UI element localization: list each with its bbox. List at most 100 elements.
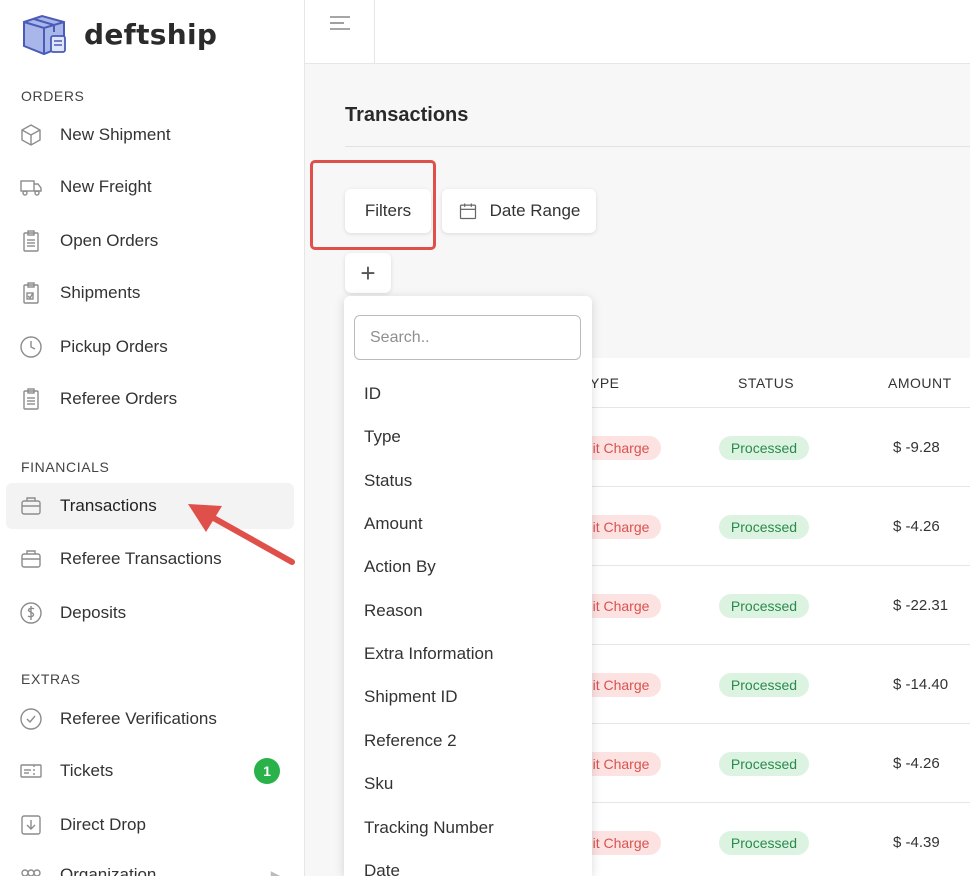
section-extras: EXTRAS [21, 671, 81, 687]
download-box-icon [18, 812, 44, 838]
sidebar: deftship ORDERS New Shipment New Freight… [0, 0, 305, 876]
sidebar-item-new-shipment[interactable]: New Shipment [6, 112, 294, 158]
type-badge: it Charge [581, 752, 661, 776]
sidebar-item-label: Deposits [60, 603, 127, 622]
plus-icon: + [360, 257, 376, 288]
sidebar-item-label: Organization [60, 865, 157, 876]
status-badge: Processed [719, 752, 809, 776]
dollar-circle-icon [18, 600, 44, 626]
brand-logo[interactable]: deftship [18, 12, 217, 56]
box-icon [18, 122, 44, 148]
table-row[interactable]: it Charge Processed $ -14.40 [581, 645, 970, 724]
dropdown-option-status[interactable]: Status [364, 471, 412, 491]
sidebar-item-label: Referee Orders [60, 389, 178, 408]
sidebar-item-shipments[interactable]: Shipments [6, 270, 294, 316]
amount-cell: $ -9.28 [893, 439, 940, 456]
sidebar-item-label: Transactions [60, 496, 157, 515]
type-badge: it Charge [581, 515, 661, 539]
clipboard-check-icon [18, 280, 44, 306]
status-badge: Processed [719, 436, 809, 460]
section-orders: ORDERS [21, 88, 85, 104]
type-badge: it Charge [581, 831, 661, 855]
dropdown-option-id[interactable]: ID [364, 384, 381, 404]
wallet-icon [18, 546, 44, 572]
amount-cell: $ -4.26 [893, 755, 940, 772]
type-badge: it Charge [581, 673, 661, 697]
hamburger-icon [329, 16, 350, 30]
table-row[interactable]: it Charge Processed $ -9.28 [581, 408, 970, 487]
wallet-icon [18, 493, 44, 519]
page-title: Transactions [345, 104, 469, 126]
sidebar-item-label: Shipments [60, 283, 141, 302]
dropdown-option-amount[interactable]: Amount [364, 514, 423, 534]
divider [345, 146, 970, 147]
sidebar-item-label: Pickup Orders [60, 337, 168, 356]
sidebar-item-new-freight[interactable]: New Freight [6, 164, 294, 210]
dropdown-option-sku[interactable]: Sku [364, 774, 393, 794]
sidebar-item-organization[interactable]: Organization ▶ [6, 852, 294, 876]
dropdown-option-action-by[interactable]: Action By [364, 557, 436, 577]
sidebar-item-direct-drop[interactable]: Direct Drop [6, 802, 294, 848]
box-logo-icon [23, 14, 66, 56]
table-row[interactable]: it Charge Processed $ -4.39 [581, 803, 970, 876]
date-range-label: Date Range [489, 201, 581, 220]
chevron-right-icon: ▶ [270, 868, 280, 876]
clipboard-icon [18, 386, 44, 412]
tickets-count-badge: 1 [254, 758, 280, 784]
dropdown-option-reason[interactable]: Reason [364, 601, 423, 621]
menu-toggle-button[interactable] [305, 0, 375, 64]
sidebar-item-pickup-orders[interactable]: Pickup Orders [6, 324, 294, 370]
column-header-type[interactable]: YPE [590, 375, 620, 391]
topbar [305, 0, 970, 64]
status-badge: Processed [719, 673, 809, 697]
sidebar-item-label: Open Orders [60, 231, 159, 250]
dropdown-option-extra-information[interactable]: Extra Information [364, 644, 493, 664]
column-header-amount[interactable]: AMOUNT [888, 375, 952, 391]
sidebar-item-label: New Freight [60, 177, 152, 196]
amount-cell: $ -4.26 [893, 518, 940, 535]
date-range-button[interactable]: Date Range [442, 189, 596, 233]
dropdown-option-shipment-id[interactable]: Shipment ID [364, 687, 458, 707]
dropdown-option-date[interactable]: Date [364, 861, 400, 876]
filter-column-dropdown: ID Type Status Amount Action By Reason E… [344, 296, 592, 876]
annotation-arrow-icon [188, 504, 295, 565]
transactions-table: YPE STATUS AMOUNT it Charge Processed $ … [581, 358, 970, 876]
add-filter-button[interactable]: + [345, 253, 391, 293]
section-financials: FINANCIALS [21, 459, 110, 475]
status-badge: Processed [719, 594, 809, 618]
sidebar-item-label: Referee Verifications [60, 709, 217, 728]
sidebar-item-label: New Shipment [60, 125, 171, 144]
annotation-highlight-box [310, 160, 436, 250]
calendar-icon [459, 203, 476, 220]
sidebar-item-label: Direct Drop [60, 815, 146, 834]
clipboard-icon [18, 228, 44, 254]
amount-cell: $ -22.31 [893, 597, 949, 614]
truck-icon [18, 174, 44, 200]
org-icon [18, 862, 44, 876]
sidebar-item-open-orders[interactable]: Open Orders [6, 218, 294, 264]
type-badge: it Charge [581, 436, 661, 460]
sidebar-item-label: Tickets [60, 761, 114, 780]
brand-name: deftship [84, 17, 218, 51]
status-badge: Processed [719, 515, 809, 539]
check-circle-icon [18, 706, 44, 732]
column-header-status[interactable]: STATUS [738, 375, 794, 391]
sidebar-item-referee-verifications[interactable]: Referee Verifications [6, 696, 294, 742]
table-row[interactable]: it Charge Processed $ -4.26 [581, 487, 970, 566]
dropdown-option-tracking-number[interactable]: Tracking Number [364, 818, 494, 838]
amount-cell: $ -14.40 [893, 676, 949, 693]
clock-icon [18, 334, 44, 360]
amount-cell: $ -4.39 [893, 834, 940, 851]
sidebar-item-referee-orders[interactable]: Referee Orders [6, 376, 294, 422]
sidebar-item-deposits[interactable]: Deposits [6, 590, 294, 636]
ticket-icon [18, 758, 44, 784]
table-row[interactable]: it Charge Processed $ -22.31 [581, 566, 970, 645]
dropdown-option-reference-2[interactable]: Reference 2 [364, 731, 457, 751]
sidebar-item-tickets[interactable]: Tickets 1 [6, 748, 294, 794]
dropdown-option-type[interactable]: Type [364, 427, 401, 447]
table-row[interactable]: it Charge Processed $ -4.26 [581, 724, 970, 803]
type-badge: it Charge [581, 594, 661, 618]
status-badge: Processed [719, 831, 809, 855]
dropdown-search-input[interactable] [354, 315, 581, 360]
table-header: YPE STATUS AMOUNT [590, 358, 970, 408]
